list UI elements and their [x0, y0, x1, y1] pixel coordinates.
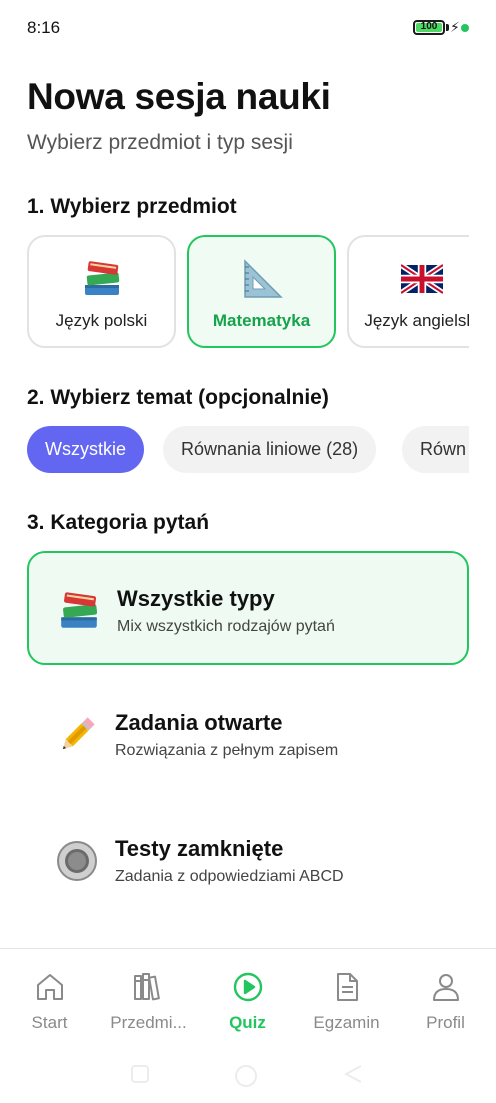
- nav-item-quiz[interactable]: Quiz: [198, 949, 297, 1049]
- subject-card-label: Język polski: [55, 311, 148, 330]
- library-icon: [99, 971, 198, 1005]
- play-circle-icon: [198, 971, 297, 1005]
- subject-carousel[interactable]: Język polski Matematyka Język angielski: [27, 235, 469, 349]
- category-title: Testy zamknięte: [115, 836, 284, 861]
- topic-chip-all[interactable]: Wszystkie: [27, 426, 144, 473]
- bottom-navigation: Start Przedmi... Quiz Egzamin Profil: [0, 948, 496, 1048]
- charging-icon: ⚡: [450, 19, 460, 35]
- category-title: Wszystkie typy: [117, 586, 275, 611]
- category-description: Mix wszystkich rodzajów pytań: [117, 618, 335, 635]
- topic-chip-linear-equations[interactable]: Równania liniowe (28): [163, 426, 377, 473]
- subject-card-math[interactable]: Matematyka: [187, 235, 336, 348]
- section-category-heading: 3. Kategoria pytań: [27, 511, 210, 534]
- nav-item-profile[interactable]: Profil: [396, 949, 495, 1049]
- nav-item-exam[interactable]: Egzamin: [297, 949, 396, 1049]
- subject-card-label: Język angielski: [364, 311, 469, 330]
- home-button[interactable]: [234, 1064, 258, 1093]
- nav-label: Start: [31, 1013, 68, 1032]
- document-icon: [297, 971, 396, 1005]
- nav-label: Profil: [426, 1013, 465, 1032]
- battery-level: 100: [420, 21, 438, 32]
- nav-item-start[interactable]: Start: [0, 949, 99, 1049]
- page-subtitle: Wybierz przedmiot i typ sesji: [27, 131, 293, 154]
- back-button[interactable]: [343, 1064, 363, 1089]
- books-icon: [57, 589, 101, 633]
- subject-card-label: Matematyka: [212, 311, 311, 330]
- topic-chip-list[interactable]: Wszystkie Równania liniowe (28) Równ: [27, 426, 469, 474]
- subject-card-english[interactable]: Język angielski: [347, 235, 469, 348]
- battery-nub: [446, 24, 449, 31]
- triangle-ruler-icon: [189, 259, 334, 299]
- system-navigation-bar: [0, 1048, 496, 1103]
- battery-icon: 100: [413, 20, 445, 35]
- nav-item-subjects[interactable]: Przedmi...: [99, 949, 198, 1049]
- nav-label: Przedmi...: [110, 1013, 187, 1032]
- page-title: Nowa sesja nauki: [27, 76, 331, 117]
- category-description: Rozwiązania z pełnym zapisem: [115, 742, 339, 759]
- category-option-closed-tests[interactable]: Testy zamknięte Zadania z odpowiedziami …: [27, 803, 469, 917]
- books-icon: [29, 259, 174, 299]
- nav-label: Quiz: [229, 1013, 266, 1032]
- section-subject-heading: 1. Wybierz przedmiot: [27, 195, 237, 218]
- privacy-indicator-dot: [461, 24, 469, 32]
- user-icon: [396, 971, 495, 1005]
- category-description: Zadania z odpowiedziami ABCD: [115, 868, 344, 885]
- category-option-all-types[interactable]: Wszystkie typy Mix wszystkich rodzajów p…: [27, 551, 469, 665]
- category-title: Zadania otwarte: [115, 710, 283, 735]
- nav-label: Egzamin: [313, 1013, 380, 1032]
- radio-button-icon: [55, 839, 99, 883]
- topic-chip-equations-truncated[interactable]: Równ: [402, 426, 469, 473]
- status-time: 8:16: [27, 18, 61, 37]
- home-icon: [0, 971, 99, 1005]
- uk-flag-icon: [349, 259, 469, 299]
- pencil-icon: [55, 713, 99, 757]
- recent-apps-button[interactable]: [130, 1064, 150, 1089]
- status-bar: 8:16 100 ⚡: [0, 0, 496, 56]
- category-option-open-tasks[interactable]: Zadania otwarte Rozwiązania z pełnym zap…: [27, 677, 469, 791]
- section-topic-heading: 2. Wybierz temat (opcjonalnie): [27, 386, 329, 409]
- subject-card-polish[interactable]: Język polski: [27, 235, 176, 348]
